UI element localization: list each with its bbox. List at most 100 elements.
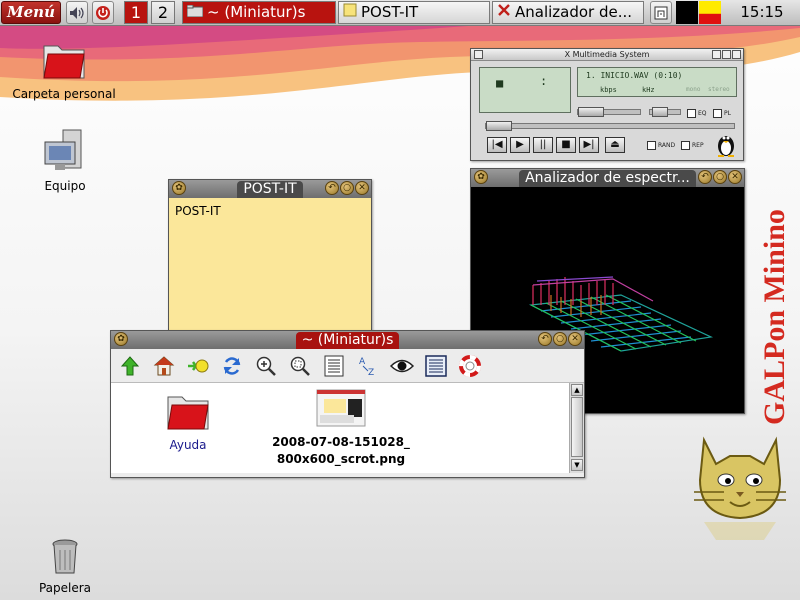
zoom-fit-icon[interactable] xyxy=(287,353,312,378)
window-menu-icon[interactable]: ✿ xyxy=(474,170,488,184)
postit-window: ✿ POST-IT ↶ ○ ✕ POST-IT xyxy=(168,179,372,331)
scroll-down-icon[interactable]: ▼ xyxy=(571,459,583,471)
shade-icon[interactable]: ↶ xyxy=(538,332,552,346)
shade-icon[interactable]: ↶ xyxy=(698,170,712,184)
eye-icon[interactable] xyxy=(389,353,414,378)
power-icon[interactable] xyxy=(92,1,114,24)
cat-mascot-icon xyxy=(694,436,786,540)
track-title: 1. INICIO.WAV (0:10) xyxy=(586,71,683,80)
task-post-it[interactable]: POST-IT xyxy=(338,1,490,24)
filemanager-window: ✿ ~ (Miniatur)s ↶ ○ ✕ AZ Ayuda 2008-07-0… xyxy=(110,330,585,478)
task-analizador[interactable]: Analizador de... xyxy=(492,1,644,24)
pl-checkbox[interactable] xyxy=(713,109,722,118)
eq-label: EQ xyxy=(698,110,707,117)
eject-button[interactable]: ⏏ xyxy=(605,137,625,153)
scroll-thumb[interactable] xyxy=(571,397,583,457)
balance-slider[interactable] xyxy=(649,107,681,117)
rand-checkbox[interactable] xyxy=(647,141,656,150)
xmms-time-display: ■ : xyxy=(479,67,571,113)
clock: 15:15 xyxy=(740,3,784,21)
scroll-up-icon[interactable]: ▲ xyxy=(571,384,583,396)
filemanager-title: ~ (Miniatur)s xyxy=(295,331,400,349)
volume-icon[interactable] xyxy=(66,1,88,24)
kbps-label: kbps xyxy=(600,86,617,94)
pause-button[interactable]: || xyxy=(533,137,553,153)
desktop-icon-label: Equipo xyxy=(44,179,86,193)
minimize-icon[interactable] xyxy=(712,50,721,59)
home-icon[interactable] xyxy=(151,353,176,378)
close-icon[interactable]: ✕ xyxy=(728,170,742,184)
eq-toggle[interactable]: EQ xyxy=(687,109,707,118)
maximize-icon[interactable]: ○ xyxy=(340,181,354,195)
desktop-icon-trash[interactable]: Papelera xyxy=(28,538,102,595)
details-view-icon[interactable] xyxy=(321,353,346,378)
branding-logo: GALPon Minino xyxy=(758,209,791,425)
spectrum-title: Analizador de espectr... xyxy=(519,169,696,187)
stop-button[interactable]: ■ xyxy=(556,137,576,153)
vertical-scrollbar[interactable]: ▲ ▼ xyxy=(569,383,584,473)
file-item-screenshot[interactable]: 2008-07-08-151028_ 800x600_scrot.png xyxy=(261,389,421,468)
branding-text: GALPon Minino xyxy=(758,209,791,425)
refresh-icon[interactable] xyxy=(219,353,244,378)
desktop-icon-home[interactable]: Carpeta personal xyxy=(8,40,120,101)
volume-slider[interactable] xyxy=(577,107,641,117)
prev-button[interactable]: |◀ xyxy=(487,137,507,153)
volume-slider-thumb[interactable] xyxy=(578,107,604,117)
rep-toggle[interactable]: REP xyxy=(681,141,704,150)
xmms-titlebar[interactable]: X Multimedia System xyxy=(471,49,743,61)
list-view-icon[interactable] xyxy=(423,353,448,378)
rep-checkbox[interactable] xyxy=(681,141,690,150)
sort-az-icon[interactable]: AZ xyxy=(355,353,380,378)
shade-icon[interactable] xyxy=(722,50,731,59)
mono-label: mono xyxy=(686,86,701,93)
filemanager-content: Ayuda 2008-07-08-151028_ 800x600_scrot.p… xyxy=(111,383,584,473)
task-miniaturs[interactable]: ~ (Miniatur)s xyxy=(182,1,336,24)
rep-label: REP xyxy=(692,142,704,149)
next-button[interactable]: ▶| xyxy=(579,137,599,153)
image-thumbnail-icon xyxy=(316,389,366,427)
file-item-label-line1: 2008-07-08-151028_ xyxy=(272,435,410,449)
bookmark-icon[interactable] xyxy=(185,353,210,378)
rand-toggle[interactable]: RAND xyxy=(647,141,675,150)
pl-toggle[interactable]: PL xyxy=(713,109,731,118)
task-label: ~ (Miniatur)s xyxy=(207,3,306,21)
postit-titlebar[interactable]: ✿ POST-IT ↶ ○ ✕ xyxy=(169,180,371,198)
close-icon[interactable] xyxy=(732,50,741,59)
seek-slider[interactable] xyxy=(485,121,735,131)
zoom-in-icon[interactable] xyxy=(253,353,278,378)
file-item-ayuda[interactable]: Ayuda xyxy=(157,393,219,452)
window-menu-icon[interactable]: ✿ xyxy=(114,332,128,346)
eq-checkbox[interactable] xyxy=(687,109,696,118)
xmms-window: X Multimedia System ■ : 1. INICIO.WAV (0… xyxy=(470,48,744,161)
spectrum-titlebar[interactable]: ✿ Analizador de espectr... ↶ ○ ✕ xyxy=(471,169,744,187)
desktop-icon-computer[interactable]: Equipo xyxy=(30,128,100,193)
postit-note-text[interactable]: POST-IT xyxy=(169,198,371,331)
network-icon[interactable] xyxy=(650,1,672,24)
postit-title: POST-IT xyxy=(237,180,303,198)
close-icon[interactable]: ✕ xyxy=(355,181,369,195)
workspace-2[interactable]: 2 xyxy=(151,1,175,24)
maximize-icon[interactable]: ○ xyxy=(713,170,727,184)
khz-label: kHz xyxy=(642,86,655,94)
note-icon xyxy=(343,2,357,23)
folder-icon xyxy=(167,396,209,430)
play-button[interactable]: ▶ xyxy=(510,137,530,153)
rand-label: RAND xyxy=(658,142,676,149)
up-arrow-icon[interactable] xyxy=(117,353,142,378)
seek-slider-thumb[interactable] xyxy=(486,121,512,131)
filemanager-titlebar[interactable]: ✿ ~ (Miniatur)s ↶ ○ ✕ xyxy=(111,331,584,349)
xmms-menu-icon[interactable] xyxy=(474,50,483,59)
memory-monitor-icon xyxy=(699,1,721,24)
shade-icon[interactable]: ↶ xyxy=(325,181,339,195)
menu-button[interactable]: Menú xyxy=(1,1,61,24)
window-menu-icon[interactable]: ✿ xyxy=(172,181,186,195)
filemanager-toolbar: AZ xyxy=(111,349,584,383)
file-item-label: Ayuda xyxy=(169,438,207,452)
help-icon[interactable] xyxy=(457,353,482,378)
desktop-icon-label: Carpeta personal xyxy=(12,87,116,101)
close-icon[interactable]: ✕ xyxy=(568,332,582,346)
workspace-1[interactable]: 1 xyxy=(124,1,148,24)
maximize-icon[interactable]: ○ xyxy=(553,332,567,346)
balance-slider-thumb[interactable] xyxy=(652,107,668,117)
folder-icon xyxy=(186,2,204,23)
